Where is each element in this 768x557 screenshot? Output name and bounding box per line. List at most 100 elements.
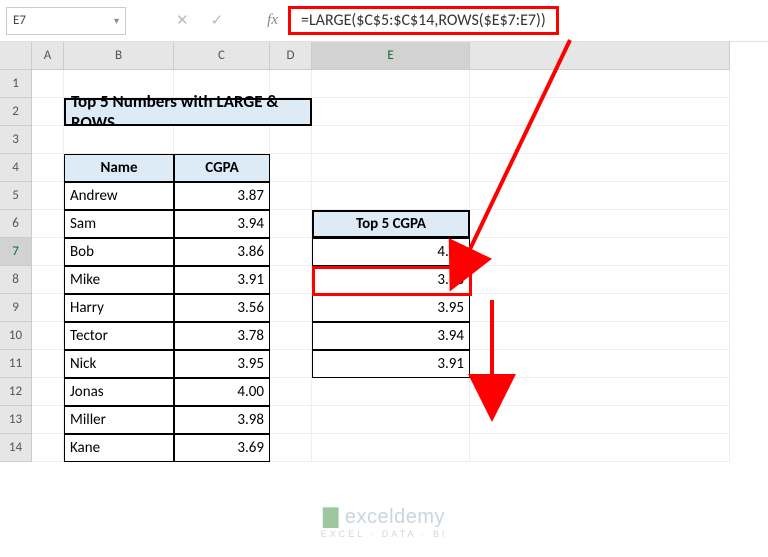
cell-blank — [470, 182, 730, 210]
select-all-corner[interactable] — [0, 42, 32, 70]
cell-D12[interactable] — [270, 378, 312, 406]
name-box[interactable]: E7 ▾ — [6, 7, 126, 35]
cell-D6[interactable] — [270, 210, 312, 238]
table-row[interactable]: 3.87 — [174, 182, 270, 210]
cell-E1[interactable] — [312, 70, 470, 98]
cell-A13[interactable] — [32, 406, 64, 434]
table-row[interactable]: 3.56 — [174, 294, 270, 322]
cell-E3[interactable] — [312, 126, 470, 154]
table-row[interactable]: Kane — [64, 434, 174, 462]
cell-D10[interactable] — [270, 322, 312, 350]
cell-E11[interactable]: 3.91 — [312, 350, 470, 378]
watermark: ▇ exceldemy EXCEL · DATA · BI — [0, 504, 768, 539]
table-row[interactable]: 3.98 — [174, 406, 270, 434]
cell-E10[interactable]: 3.94 — [312, 322, 470, 350]
cancel-icon[interactable]: ✕ — [176, 11, 189, 30]
col-header-blank — [470, 42, 730, 70]
table-row[interactable]: Jonas — [64, 378, 174, 406]
table-row[interactable]: 3.78 — [174, 322, 270, 350]
cell-E14[interactable] — [312, 434, 470, 462]
cell-A1[interactable] — [32, 70, 64, 98]
table-row[interactable]: 3.95 — [174, 350, 270, 378]
table-row[interactable]: Sam — [64, 210, 174, 238]
cell-A14[interactable] — [32, 434, 64, 462]
table-row[interactable]: 3.69 — [174, 434, 270, 462]
cell-E13[interactable] — [312, 406, 470, 434]
cell-A3[interactable] — [32, 126, 64, 154]
row-header[interactable]: 12 — [0, 378, 32, 406]
cell-A7[interactable] — [32, 238, 64, 266]
table-row[interactable]: Harry — [64, 294, 174, 322]
enter-icon[interactable]: ✓ — [211, 11, 224, 30]
table-row[interactable]: Miller — [64, 406, 174, 434]
row-header[interactable]: 13 — [0, 406, 32, 434]
cell-E7[interactable]: 4.00 — [312, 238, 470, 266]
formula-text: =LARGE($C$5:$C$14,ROWS($E$7:E7)) — [288, 6, 559, 35]
cell-E2[interactable] — [312, 98, 470, 126]
cell-blank — [470, 98, 730, 126]
cell-A5[interactable] — [32, 182, 64, 210]
table-row[interactable]: Bob — [64, 238, 174, 266]
cell-A9[interactable] — [32, 294, 64, 322]
table-row[interactable]: Andrew — [64, 182, 174, 210]
title-cell[interactable]: Top 5 Numbers with LARGE & ROWS — [64, 98, 312, 126]
row-header[interactable]: 6 — [0, 210, 32, 238]
row-header[interactable]: 9 — [0, 294, 32, 322]
cell-D9[interactable] — [270, 294, 312, 322]
table-header-name[interactable]: Name — [64, 154, 174, 182]
cell-E12[interactable] — [312, 378, 470, 406]
cell-blank — [470, 70, 730, 98]
cell-A12[interactable] — [32, 378, 64, 406]
cell-D4[interactable] — [270, 154, 312, 182]
col-header-B[interactable]: B — [64, 42, 174, 70]
name-box-text: E7 — [13, 13, 26, 28]
row-header[interactable]: 10 — [0, 322, 32, 350]
table-row[interactable]: 3.94 — [174, 210, 270, 238]
cell-A6[interactable] — [32, 210, 64, 238]
cell-D14[interactable] — [270, 434, 312, 462]
cell-E9[interactable]: 3.95 — [312, 294, 470, 322]
col-header-C[interactable]: C — [174, 42, 270, 70]
row-header[interactable]: 4 — [0, 154, 32, 182]
row-header[interactable]: 11 — [0, 350, 32, 378]
cell-D8[interactable] — [270, 266, 312, 294]
row-header[interactable]: 7 — [0, 238, 32, 266]
table-row[interactable]: Tector — [64, 322, 174, 350]
row-header[interactable]: 14 — [0, 434, 32, 462]
cell-D13[interactable] — [270, 406, 312, 434]
cell-D5[interactable] — [270, 182, 312, 210]
table-header-cgpa[interactable]: CGPA — [174, 154, 270, 182]
top5-header[interactable]: Top 5 CGPA — [312, 210, 470, 238]
cell-B3[interactable] — [64, 126, 174, 154]
row-header[interactable]: 1 — [0, 70, 32, 98]
col-header-D[interactable]: D — [270, 42, 312, 70]
cell-D7[interactable] — [270, 238, 312, 266]
cell-A8[interactable] — [32, 266, 64, 294]
table-row[interactable]: Nick — [64, 350, 174, 378]
table-row[interactable]: 3.86 — [174, 238, 270, 266]
table-row[interactable]: 3.91 — [174, 266, 270, 294]
cell-blank — [470, 238, 730, 266]
row-header[interactable]: 2 — [0, 98, 32, 126]
row-header[interactable]: 8 — [0, 266, 32, 294]
cell-blank — [470, 126, 730, 154]
col-header-A[interactable]: A — [32, 42, 64, 70]
cell-E5[interactable] — [312, 182, 470, 210]
col-header-E[interactable]: E — [312, 42, 470, 70]
spreadsheet-grid[interactable]: A B C D E 1 2 Top 5 Numbers with LARGE &… — [0, 42, 768, 462]
fx-icon[interactable]: fx — [267, 12, 278, 29]
table-row[interactable]: 4.00 — [174, 378, 270, 406]
cell-D3[interactable] — [270, 126, 312, 154]
cell-A10[interactable] — [32, 322, 64, 350]
cell-A4[interactable] — [32, 154, 64, 182]
cell-A2[interactable] — [32, 98, 64, 126]
cell-C3[interactable] — [174, 126, 270, 154]
cell-E4[interactable] — [312, 154, 470, 182]
cell-E8[interactable]: 3.98 — [312, 266, 470, 294]
cell-A11[interactable] — [32, 350, 64, 378]
cell-D11[interactable] — [270, 350, 312, 378]
row-header[interactable]: 3 — [0, 126, 32, 154]
table-row[interactable]: Mike — [64, 266, 174, 294]
row-header[interactable]: 5 — [0, 182, 32, 210]
formula-bar[interactable]: =LARGE($C$5:$C$14,ROWS($E$7:E7)) — [288, 6, 750, 36]
